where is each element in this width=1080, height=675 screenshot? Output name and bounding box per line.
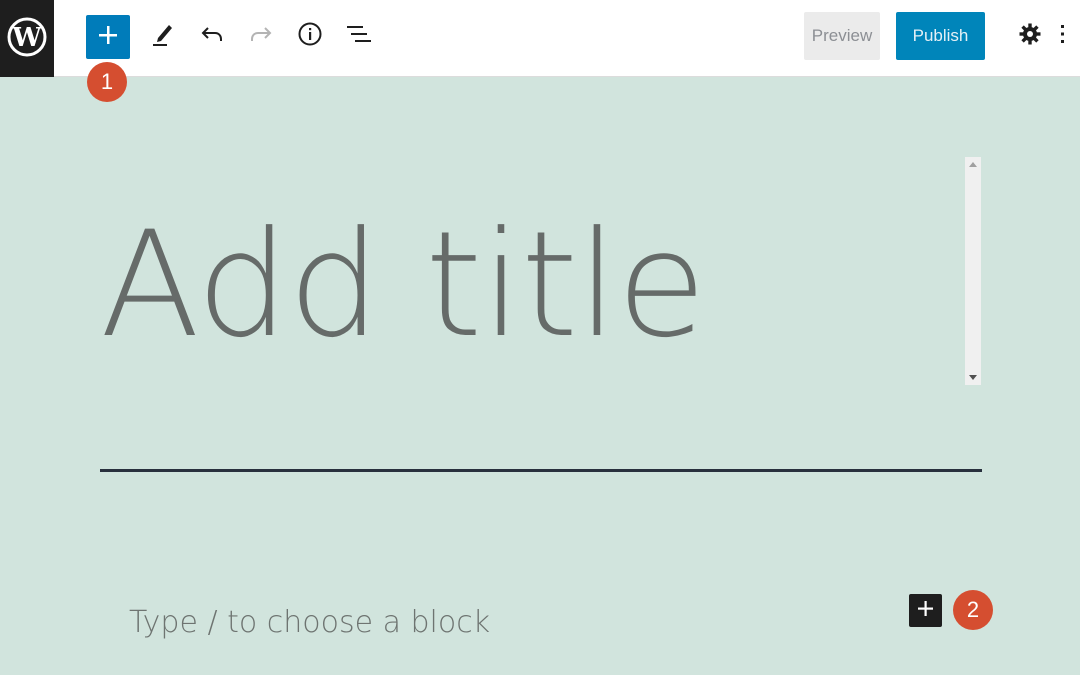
annotation-badge-2: 2 [953, 590, 993, 630]
options-button[interactable] [1058, 14, 1080, 58]
pencil-icon [150, 21, 176, 51]
editor-toolbar: W Preview Publish [0, 0, 1080, 77]
redo-button[interactable] [239, 14, 283, 58]
wordpress-logo-icon: W [7, 17, 47, 61]
add-block-button[interactable] [909, 594, 942, 627]
list-view-button[interactable] [337, 14, 381, 58]
title-separator [100, 469, 982, 472]
post-title-input[interactable]: Add title [100, 160, 962, 380]
annotation-badge-1: 1 [87, 62, 127, 102]
plus-icon [917, 600, 934, 621]
gear-icon [1018, 22, 1042, 50]
publish-button[interactable]: Publish [896, 12, 985, 60]
title-scrollbar[interactable] [965, 157, 981, 385]
undo-icon [199, 21, 225, 51]
undo-button[interactable] [190, 14, 234, 58]
edit-tool-button[interactable] [141, 14, 185, 58]
kebab-menu-icon [1058, 22, 1068, 50]
wordpress-logo-button[interactable]: W [0, 0, 54, 77]
plus-icon [97, 24, 119, 50]
block-inserter-button[interactable] [86, 15, 130, 59]
scroll-down-arrow-icon[interactable] [965, 371, 981, 385]
list-view-icon [345, 21, 373, 51]
settings-button[interactable] [1008, 14, 1052, 58]
block-placeholder[interactable]: Type / to choose a block [129, 605, 490, 640]
preview-button[interactable]: Preview [804, 12, 880, 60]
scroll-up-arrow-icon[interactable] [965, 157, 981, 171]
details-button[interactable] [288, 14, 332, 58]
redo-icon [248, 21, 274, 51]
svg-text:W: W [11, 23, 42, 53]
info-icon [297, 21, 323, 51]
